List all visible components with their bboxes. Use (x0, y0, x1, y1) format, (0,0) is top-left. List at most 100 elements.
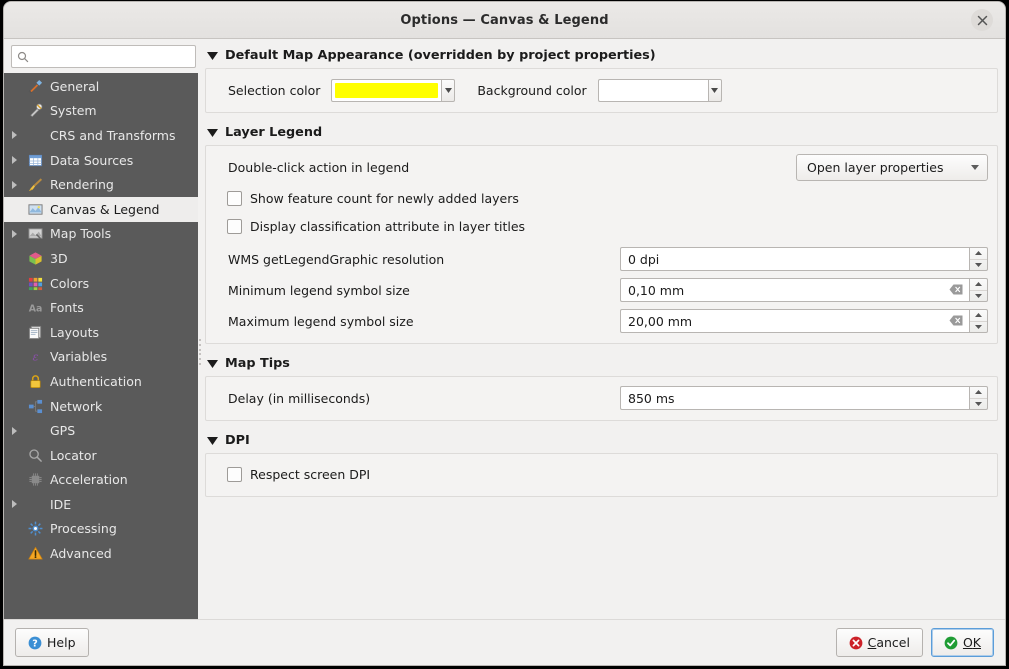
sidebar-item-network[interactable]: Network (4, 394, 203, 419)
sidebar-item-map-tools[interactable]: Map Tools (4, 222, 203, 247)
sidebar-item-gps[interactable]: GPS (4, 418, 203, 443)
sidebar-item-ide[interactable]: IDE (4, 492, 203, 517)
chevron-right-icon[interactable] (4, 131, 24, 140)
sidebar: General System CRS and Transforms Data Sour… (4, 39, 203, 619)
background-color-dropdown[interactable] (707, 78, 722, 102)
search-box[interactable] (11, 45, 196, 68)
selection-color-dropdown[interactable] (441, 78, 456, 102)
stepper-down-icon[interactable] (970, 322, 987, 333)
sidebar-item-canvas-legend[interactable]: Canvas & Legend (4, 196, 203, 222)
clear-field-icon[interactable] (949, 314, 963, 329)
display-classification-label: Display classification attribute in laye… (250, 219, 526, 234)
sidebar-item-locator[interactable]: Locator (4, 443, 203, 468)
section-header-map-tips[interactable]: Map Tips (205, 353, 998, 374)
chevron-down-icon (207, 359, 218, 368)
sidebar-item-processing[interactable]: Processing (4, 517, 203, 542)
sidebar-item-rendering[interactable]: Rendering (4, 172, 203, 197)
stepper-up-icon[interactable] (970, 248, 987, 260)
sidebar-item-label: CRS and Transforms (50, 127, 176, 143)
sidebar-item-advanced[interactable]: Advanced (4, 541, 203, 566)
sidebar-item-colors[interactable]: Colors (4, 271, 203, 296)
sidebar-item-label: Variables (50, 349, 108, 365)
magnifier-icon (24, 448, 46, 463)
chevron-right-icon[interactable] (4, 156, 24, 165)
map-tools-icon (24, 226, 46, 241)
dialog-body: General System CRS and Transforms Data Sour… (4, 39, 1005, 619)
min-symbol-size-field[interactable]: 0,10 mm (620, 278, 969, 302)
clear-field-icon[interactable] (949, 283, 963, 298)
display-classification-checkbox-row[interactable]: Display classification attribute in laye… (215, 214, 988, 239)
dialog-footer: ? Help Cancel OK (4, 619, 1005, 665)
chevron-right-icon[interactable] (4, 426, 24, 435)
double-click-action-combo[interactable]: Open layer properties (796, 154, 988, 181)
ok-button[interactable]: OK (930, 628, 994, 657)
ok-check-icon (944, 636, 958, 649)
respect-screen-dpi-checkbox[interactable] (227, 467, 242, 482)
map-tips-delay-label: Delay (in milliseconds) (228, 390, 371, 406)
stepper-up-icon[interactable] (970, 310, 987, 322)
display-classification-checkbox[interactable] (227, 219, 242, 234)
search-input[interactable] (33, 49, 190, 64)
min-symbol-size-spinbox[interactable]: 0,10 mm (620, 278, 988, 302)
map-tips-delay-field[interactable]: 850 ms (620, 386, 969, 410)
max-symbol-size-spinbox[interactable]: 20,00 mm (620, 309, 988, 333)
wms-resolution-stepper[interactable] (969, 247, 988, 271)
respect-screen-dpi-row[interactable]: Respect screen DPI (215, 462, 988, 487)
sidebar-item-system[interactable]: System (4, 99, 203, 124)
chevron-down-icon (207, 128, 218, 137)
svg-text:?: ? (32, 638, 38, 649)
paintbrush-icon (24, 177, 46, 192)
double-click-action-value: Open layer properties (807, 160, 944, 175)
background-color-label: Background color (477, 82, 587, 98)
chevron-right-icon[interactable] (4, 500, 24, 509)
section-header-dpi[interactable]: DPI (205, 430, 998, 451)
canvas-legend-icon (24, 202, 46, 217)
stepper-up-icon[interactable] (970, 387, 987, 399)
warning-triangle-icon (24, 546, 46, 561)
section-title-map-appearance: Default Map Appearance (overridden by pr… (225, 48, 656, 63)
chevron-right-icon[interactable] (4, 180, 24, 189)
sidebar-item-label: Processing (50, 521, 117, 537)
sidebar-item-variables[interactable]: ε Variables (4, 345, 203, 370)
sidebar-item-fonts[interactable]: Aa Fonts (4, 295, 203, 320)
selection-color-button[interactable] (331, 78, 456, 102)
sidebar-item-label: 3D (50, 250, 68, 266)
gear-sun-icon (24, 521, 46, 536)
sidebar-item-layouts[interactable]: Layouts (4, 320, 203, 345)
sidebar-item-label: Colors (50, 275, 90, 291)
chevron-right-icon[interactable] (4, 229, 24, 238)
show-feature-count-checkbox-row[interactable]: Show feature count for newly added layer… (215, 186, 988, 211)
section-title-layer-legend: Layer Legend (225, 125, 323, 140)
stepper-down-icon[interactable] (970, 291, 987, 302)
sidebar-item-label: Rendering (50, 177, 114, 193)
map-tips-delay-value: 850 ms (628, 390, 675, 406)
show-feature-count-checkbox[interactable] (227, 191, 242, 206)
color-palette-icon (24, 276, 46, 291)
sidebar-splitter[interactable] (198, 39, 203, 619)
stepper-down-icon[interactable] (970, 260, 987, 271)
stepper-up-icon[interactable] (970, 279, 987, 291)
cancel-button[interactable]: Cancel (835, 628, 923, 657)
background-color-button[interactable] (597, 78, 722, 102)
close-icon[interactable] (971, 9, 993, 31)
max-symbol-size-field[interactable]: 20,00 mm (620, 309, 969, 333)
max-symbol-size-stepper[interactable] (969, 309, 988, 333)
section-header-map-appearance[interactable]: Default Map Appearance (overridden by pr… (205, 45, 998, 66)
sidebar-item-3d[interactable]: 3D (4, 246, 203, 271)
sidebar-item-authentication[interactable]: Authentication (4, 369, 203, 394)
sidebar-item-crs-and-transforms[interactable]: CRS and Transforms (4, 123, 203, 148)
wms-resolution-field[interactable]: 0 dpi (620, 247, 969, 271)
map-tips-delay-stepper[interactable] (969, 386, 988, 410)
min-symbol-size-stepper[interactable] (969, 278, 988, 302)
options-dialog: Options — Canvas & Legend General System C… (4, 2, 1005, 665)
sidebar-item-label: GPS (50, 423, 76, 439)
section-header-layer-legend[interactable]: Layer Legend (205, 122, 998, 143)
wms-resolution-spinbox[interactable]: 0 dpi (620, 247, 988, 271)
sidebar-item-acceleration[interactable]: Acceleration (4, 468, 203, 493)
sidebar-item-general[interactable]: General (4, 74, 203, 99)
row-double-click-action: Double-click action in legend Open layer… (215, 154, 988, 181)
sidebar-item-data-sources[interactable]: Data Sources (4, 148, 203, 173)
stepper-down-icon[interactable] (970, 399, 987, 410)
help-button[interactable]: ? Help (15, 628, 89, 657)
map-tips-delay-spinbox[interactable]: 850 ms (620, 386, 988, 410)
